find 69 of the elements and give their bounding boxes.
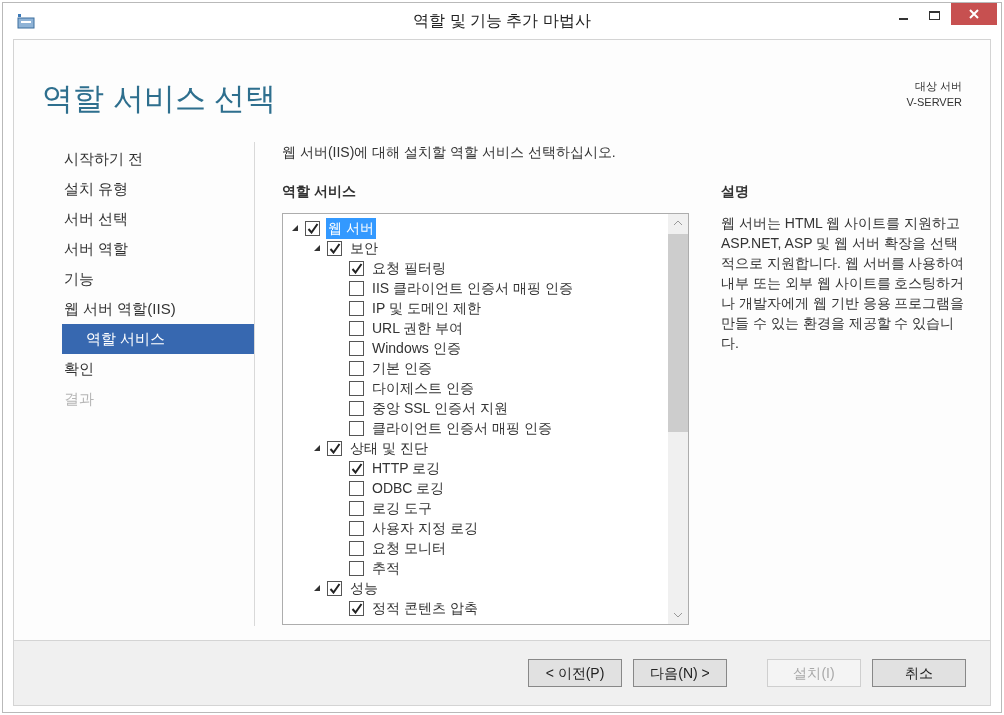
wizard-button[interactable]: 다음(N) >	[633, 659, 727, 687]
maximize-icon	[929, 11, 941, 21]
instruction-text: 웹 서버(IIS)에 대해 설치할 역할 서비스 선택하십시오.	[282, 143, 617, 162]
tree-item-label[interactable]: 요청 모니터	[370, 537, 448, 559]
nav-item[interactable]: 시작하기 전	[14, 144, 254, 174]
target-server-label: 대상 서버	[914, 79, 962, 94]
checkbox[interactable]	[349, 400, 364, 416]
wizard-button[interactable]: < 이전(P)	[528, 659, 622, 687]
nav-item[interactable]: 역할 서비스	[62, 324, 254, 354]
page-title: 역할 서비스 선택	[42, 80, 277, 118]
nav-item[interactable]: 서버 역할	[14, 234, 254, 264]
checkbox[interactable]	[349, 460, 364, 476]
tree-item-label[interactable]: 다이제스트 인증	[370, 377, 476, 399]
scrollbar[interactable]	[668, 214, 688, 624]
checkbox[interactable]	[349, 280, 364, 296]
tree-item-label[interactable]: IIS 클라이언트 인증서 매핑 인증	[370, 277, 575, 299]
checkbox[interactable]	[349, 500, 364, 516]
checkbox[interactable]	[349, 380, 364, 396]
description-text: 웹 서버는 HTML 웹 사이트를 지원하고 ASP.NET, ASP 및 웹 서버 확장을 선택적으로 지원합니다. 웹 서버를 사용하여 내부 또는 외부 웹 사이트를 호스팅하거나 개발자에게 웹 기반 응용 프로그램을 만들 수 있는 환경을 제공할 수 있습니다.	[721, 214, 966, 353]
expanded-icon[interactable]	[291, 224, 299, 232]
tree-item-label[interactable]: ODBC 로깅	[370, 477, 447, 499]
checkbox[interactable]	[349, 560, 364, 576]
checkbox[interactable]	[349, 320, 364, 336]
tree-item-label[interactable]: IP 및 도메인 제한	[370, 297, 483, 319]
tree-item-label[interactable]: 중앙 SSL 인증서 지원	[370, 397, 510, 419]
target-server-name: V-SERVER	[906, 95, 962, 110]
expanded-icon[interactable]	[313, 244, 321, 252]
tree-item-label[interactable]: HTTP 로깅	[370, 457, 443, 479]
checkbox[interactable]	[349, 360, 364, 376]
close-button[interactable]	[951, 3, 997, 25]
tree-item-label[interactable]: 사용자 지정 로깅	[370, 517, 480, 539]
window-title: 역할 및 기능 추가 마법사	[412, 11, 592, 31]
tree-item-label[interactable]: 클라이언트 인증서 매핑 인증	[370, 417, 554, 439]
nav-item[interactable]: 설치 유형	[14, 174, 254, 204]
checkbox[interactable]	[349, 420, 364, 436]
wizard-button[interactable]: 취소	[872, 659, 966, 687]
tree-item-label[interactable]: 요청 필터링	[370, 257, 448, 279]
checkbox[interactable]	[305, 220, 320, 236]
tree-item-label[interactable]: 보안	[348, 237, 380, 259]
tree-item-label[interactable]: 성능	[348, 577, 380, 599]
checkbox[interactable]	[349, 480, 364, 496]
checkbox[interactable]	[349, 540, 364, 556]
checkbox[interactable]	[349, 600, 364, 616]
tree-item-label[interactable]: 정적 콘텐츠 압축	[370, 597, 480, 619]
scrollbar-thumb[interactable]	[668, 234, 688, 432]
checkbox[interactable]	[349, 340, 364, 356]
nav-item[interactable]: 웹 서버 역할(IIS)	[14, 294, 254, 324]
tree-item-label[interactable]: URL 권한 부여	[370, 317, 466, 339]
checkbox[interactable]	[327, 440, 342, 456]
checkbox[interactable]	[349, 260, 364, 276]
checkbox[interactable]	[349, 300, 364, 316]
services-heading: 역할 서비스	[282, 182, 357, 201]
tree-item-label[interactable]: 추적	[370, 557, 402, 579]
minimize-icon	[898, 18, 908, 20]
expanded-icon[interactable]	[313, 444, 321, 452]
description-heading: 설명	[721, 182, 750, 201]
expanded-icon[interactable]	[313, 584, 321, 592]
tree-item-label[interactable]: 로깅 도구	[370, 497, 434, 519]
tree-item-label[interactable]: Windows 인증	[370, 337, 463, 359]
nav-item[interactable]: 확인	[14, 354, 254, 384]
tree-item-label[interactable]: 상태 및 진단	[348, 437, 430, 459]
wizard-icon	[17, 13, 35, 29]
checkbox[interactable]	[349, 520, 364, 536]
checkbox[interactable]	[327, 240, 342, 256]
nav-item[interactable]: 기능	[14, 264, 254, 294]
close-icon	[969, 9, 979, 19]
nav-item[interactable]: 서버 선택	[14, 204, 254, 234]
checkbox[interactable]	[327, 580, 342, 596]
tree-item-label[interactable]: 기본 인증	[370, 357, 434, 379]
